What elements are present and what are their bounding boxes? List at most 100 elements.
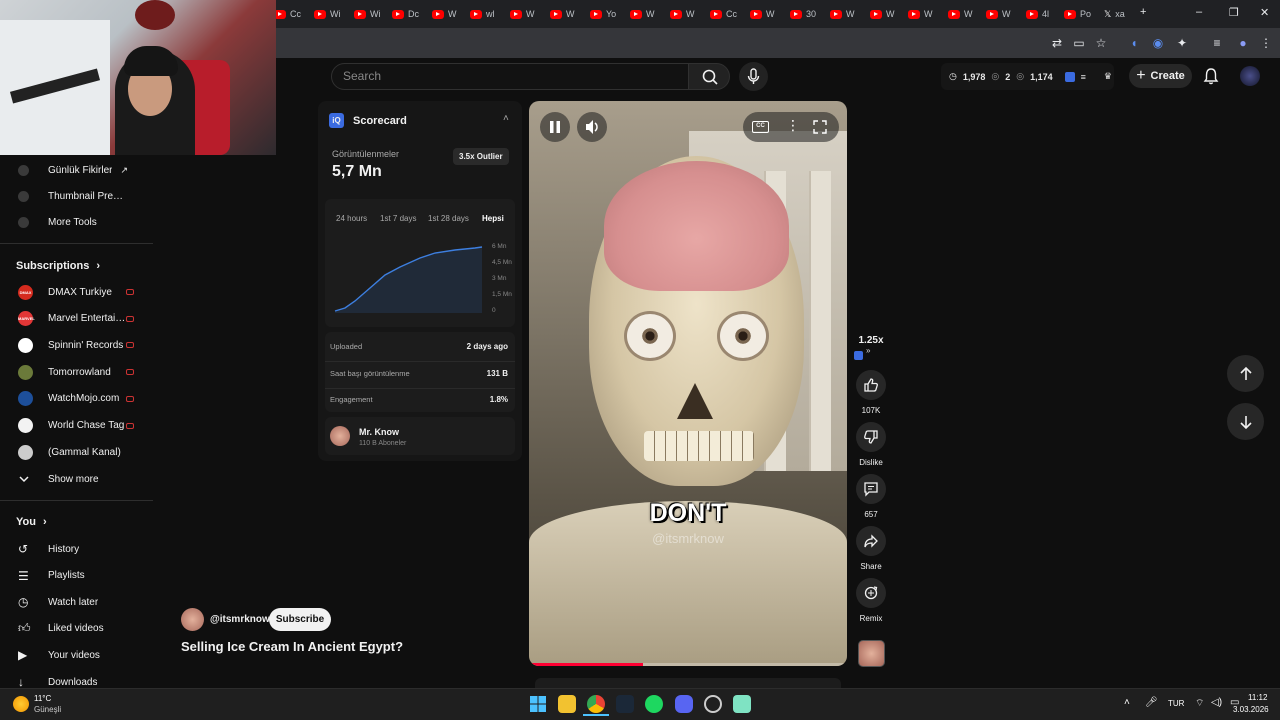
playback-speed[interactable]: 1.25x [846,335,896,346]
sidebar-tool-item[interactable]: More Tools [0,209,153,235]
you-item[interactable]: ▶ Your videos [0,642,153,668]
windows-start-icon[interactable] [529,695,547,713]
browser-tab[interactable]: wl [466,4,499,24]
browser-tab[interactable]: W [666,4,699,24]
new-tab-button[interactable]: + [1140,6,1146,18]
bookmark-star-icon[interactable]: ☆ [1094,36,1108,50]
subscription-item[interactable]: WatchMojo.com [0,386,153,412]
browser-tab[interactable]: Po [1060,4,1095,24]
sound-thumbnail[interactable] [858,640,885,667]
fullscreen-icon[interactable] [813,120,827,134]
scorecard-tab[interactable]: 24 hours [336,214,367,223]
browser-tab[interactable]: 30 [786,4,820,24]
more-options-icon[interactable]: ⋮ [786,117,800,134]
browser-tab[interactable]: Wi [350,4,385,24]
cast-icon[interactable]: ▭ [1072,36,1086,50]
subscription-item[interactable]: MARVEL Marvel Entertain... [0,306,153,332]
browser-tab[interactable]: W [428,4,461,24]
scorecard-tab[interactable]: Hepsi [482,214,504,223]
spotify-icon[interactable] [645,695,663,713]
tray-mic-icon[interactable]: 🎤︎ [1145,697,1158,708]
menu-lines-icon[interactable]: ≡ [1081,72,1086,82]
shorts-video-player[interactable]: DON'T @itsmrknow CC ⋮ [529,101,847,666]
browser-tab[interactable]: Yo [586,4,620,24]
extension-audio-icon[interactable]: ◖ [1127,36,1141,50]
browser-tab[interactable]: W [506,4,539,24]
translate-icon[interactable]: ⇄ [1050,36,1064,50]
browser-tab[interactable]: Wi [310,4,345,24]
obs-icon[interactable] [704,695,722,713]
channel-handle[interactable]: @itsmrknow [210,614,270,625]
previous-short-button[interactable] [1227,355,1264,392]
trophy-icon[interactable]: ♛ [1104,71,1112,82]
extensions-puzzle-icon[interactable]: ✦ [1175,36,1189,50]
show-more-button[interactable]: Show more [0,466,153,492]
browser-tab[interactable]: W [546,4,579,24]
like-button[interactable] [856,370,886,400]
search-input[interactable]: Search [331,63,689,90]
subscription-item[interactable]: DMAX DMAX Turkiye [0,279,153,305]
browser-tab[interactable]: 4l [1022,4,1053,24]
you-item[interactable]: ↺ History [0,536,153,562]
subscription-item[interactable]: Tomorrowland [0,359,153,385]
sidebar-tool-item[interactable]: Günlük Fikirler ↗ [0,157,153,183]
video-progress-bar[interactable] [529,663,847,666]
create-button[interactable]: + Create [1129,64,1192,88]
scorecard-channel[interactable]: Mr. Know 110 B Aboneler [325,417,515,455]
you-item[interactable]: 👍︎ Liked videos [0,616,153,642]
you-heading[interactable]: You › [16,516,47,528]
subscribe-button[interactable]: Subscribe [269,608,331,631]
extension-iq-icon[interactable]: ◉ [1151,36,1165,50]
subscription-item[interactable]: (Gammal Kanal) [0,439,153,465]
clock-time[interactable]: 11:12 [1248,693,1267,702]
browser-tab[interactable]: W [866,4,899,24]
video-title[interactable]: Selling Ice Cream In Ancient Egypt? [181,639,403,654]
scorecard-tab[interactable]: 1st 28 days [428,214,469,223]
next-short-button[interactable] [1227,403,1264,440]
tray-chevron-icon[interactable]: ˄ [1124,697,1130,708]
dislike-button[interactable] [856,422,886,452]
steam-icon[interactable] [616,695,634,713]
share-button[interactable] [856,526,886,556]
sun-weather-icon[interactable] [13,696,29,712]
volume-button[interactable] [577,112,607,142]
notifications-bell-icon[interactable] [1202,67,1220,85]
browser-tab[interactable]: W [982,4,1015,24]
browser-tab[interactable]: W [626,4,659,24]
reading-list-icon[interactable]: ≡ [1210,36,1224,50]
pause-button[interactable] [540,112,570,142]
sidebar-tool-item[interactable]: Thumbnail Preview [0,183,153,209]
profile-icon[interactable]: ● [1236,36,1250,50]
scorecard-tab[interactable]: 1st 7 days [380,214,416,223]
subscription-item[interactable]: World Chase Tag [0,413,153,439]
remix-button[interactable] [856,578,886,608]
clock-date[interactable]: 3.03.2026 [1233,705,1269,714]
speaker-icon[interactable]: ◁) [1211,697,1222,708]
browser-tab[interactable]: W [944,4,977,24]
search-button[interactable] [688,63,730,90]
account-avatar[interactable] [1240,66,1260,86]
channel-avatar[interactable] [181,608,204,631]
wifi-icon[interactable]: ⌔ [1195,697,1204,710]
you-item[interactable]: ☰ Playlists [0,563,153,589]
browser-tab[interactable]: Cc [706,4,741,24]
comments-button[interactable] [856,474,886,504]
browser-menu-icon[interactable]: ⋮ [1259,36,1273,50]
browser-tab[interactable]: W [746,4,779,24]
chrome-icon[interactable] [587,695,605,713]
discord-icon[interactable] [675,695,693,713]
keyboard-language[interactable]: TUR [1168,699,1184,708]
browser-tab[interactable]: W [904,4,937,24]
notepad-icon[interactable] [733,695,751,713]
subscriptions-heading[interactable]: Subscriptions › [16,260,100,272]
browser-tab[interactable]: Dc [388,4,423,24]
browser-tab[interactable]: W [826,4,859,24]
channel-stats-widget[interactable]: ◷ 1,978 ◎ 2 ◎ 1,174 ≡ ♛ [941,63,1114,90]
file-explorer-icon[interactable] [558,695,576,713]
minimize-button[interactable]: – [1196,6,1202,18]
collapse-chevron-icon[interactable]: ˄ [503,113,509,124]
you-item[interactable]: ◷ Watch later [0,589,153,615]
maximize-button[interactable]: ❐ [1229,6,1239,19]
browser-tab[interactable]: 𝕏xa [1100,4,1129,24]
close-window-button[interactable]: ✕ [1260,6,1269,19]
